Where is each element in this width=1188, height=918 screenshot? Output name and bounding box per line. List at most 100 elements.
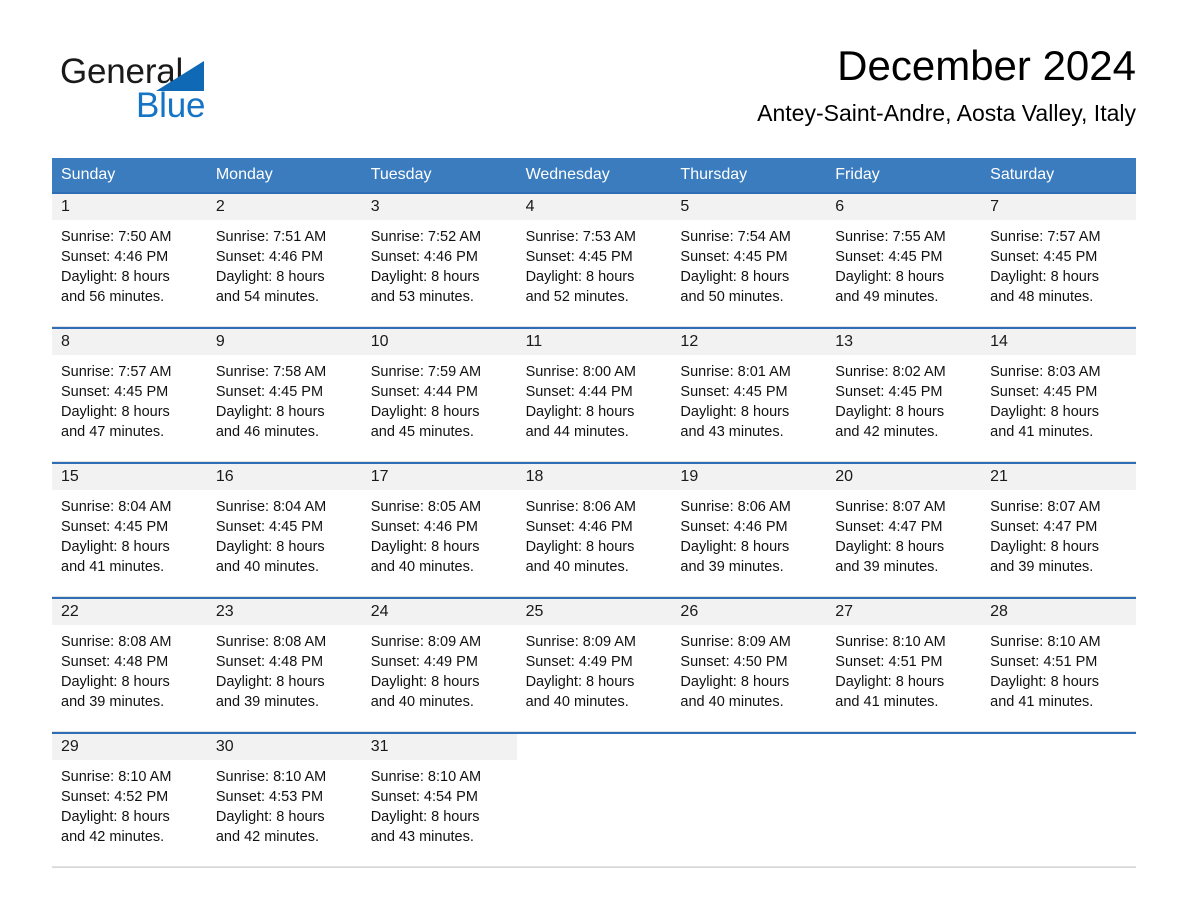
calendar-day-cell[interactable]: 24 Sunrise: 8:09 AM Sunset: 4:49 PM Dayligh… (361, 599, 517, 732)
calendar-day-cell[interactable]: 22 Sunrise: 8:08 AM Sunset: 4:48 PM Dayligh… (52, 599, 207, 732)
calendar-day-cell[interactable]: 18 Sunrise: 8:06 AM Sunset: 4:46 PM Dayligh… (516, 464, 672, 597)
calendar-day-cell[interactable]: 4 Sunrise: 7:53 AM Sunset: 4:45 PM Daylight… (516, 194, 672, 327)
sunrise-text: Sunrise: 7:57 AM (990, 229, 1101, 245)
calendar-day-cell[interactable]: 30 Sunrise: 8:10 AM Sunset: 4:53 PM Dayligh… (206, 734, 362, 867)
day-details: Sunrise: 7:50 AM Sunset: 4:46 PM Daylight:… (52, 220, 207, 307)
weekday-header-row: Sunday Monday Tuesday Wednesday Thursday Frid… (52, 158, 1136, 192)
calendar-day-cell[interactable]: 12 Sunrise: 8:01 AM Sunset: 4:45 PM Dayligh… (671, 329, 827, 462)
sunset-text: Sunset: 4:45 PM (680, 384, 788, 400)
sunrise-text: Sunrise: 8:09 AM (370, 634, 482, 650)
day-details: Sunrise: 8:10 AM Sunset: 4:54 PM Daylight:… (362, 760, 517, 847)
day-details: Sunrise: 8:01 AM Sunset: 4:45 PM Daylight:… (671, 355, 826, 442)
daylight-text-line2: and 47 minutes. (61, 424, 165, 440)
day-details: Sunrise: 8:09 AM Sunset: 4:50 PM Daylight:… (671, 625, 826, 712)
day-number-band: 22 (52, 599, 207, 625)
sunrise-text: Sunrise: 7:50 AM (61, 229, 172, 245)
calendar-day-cell[interactable]: 9 Sunrise: 7:58 AM Sunset: 4:45 PM Daylight… (206, 329, 362, 462)
sunset-text: Sunset: 4:46 PM (370, 519, 478, 535)
calendar-page: General Blue December 2024 Antey-Saint-A… (0, 0, 1188, 918)
calendar-day-cell[interactable]: 13 Sunrise: 8:02 AM Sunset: 4:45 PM Dayligh… (826, 329, 982, 462)
day-details: Sunrise: 8:00 AM Sunset: 4:44 PM Daylight:… (517, 355, 672, 442)
calendar-day-cell[interactable]: 2 Sunrise: 7:51 AM Sunset: 4:46 PM Daylight… (206, 194, 362, 327)
calendar-day-cell[interactable]: 14 Sunrise: 8:03 AM Sunset: 4:45 PM Dayligh… (981, 329, 1136, 462)
day-number: 15 (61, 468, 79, 485)
calendar-weeks: 1 Sunrise: 7:50 AM Sunset: 4:46 PM Daylight… (52, 192, 1136, 868)
calendar-day-cell-empty (981, 734, 1136, 867)
day-number-band: 31 (361, 734, 517, 760)
calendar-week-row: 8 Sunrise: 7:57 AM Sunset: 4:45 PM Daylight… (52, 327, 1136, 462)
day-number-band: 12 (671, 329, 827, 355)
day-number: 3 (370, 198, 380, 215)
day-number: 1 (61, 198, 70, 215)
sunrise-text: Sunrise: 8:10 AM (215, 769, 327, 785)
day-number: 2 (215, 198, 225, 215)
day-number: 27 (835, 603, 854, 620)
day-number-band: 19 (671, 464, 827, 490)
day-details: Sunrise: 8:10 AM Sunset: 4:53 PM Daylight:… (207, 760, 362, 847)
day-number: 16 (215, 468, 234, 485)
day-number: 17 (370, 468, 389, 485)
daylight-text-line2: and 39 minutes. (680, 559, 784, 575)
day-number: 22 (61, 603, 79, 620)
calendar-day-cell[interactable]: 16 Sunrise: 8:04 AM Sunset: 4:45 PM Dayligh… (206, 464, 362, 597)
sunset-text: Sunset: 4:45 PM (680, 249, 788, 265)
day-number: 8 (61, 333, 70, 350)
daylight-text-line1: Daylight: 8 hours (215, 404, 325, 420)
calendar-day-cell[interactable]: 20 Sunrise: 8:07 AM Sunset: 4:47 PM Dayligh… (826, 464, 982, 597)
sunrise-text: Sunrise: 8:07 AM (990, 499, 1101, 515)
calendar-day-cell[interactable]: 17 Sunrise: 8:05 AM Sunset: 4:46 PM Dayligh… (361, 464, 517, 597)
daylight-text-line2: and 40 minutes. (525, 559, 629, 575)
sunset-text: Sunset: 4:46 PM (370, 249, 478, 265)
calendar-day-cell[interactable]: 6 Sunrise: 7:55 AM Sunset: 4:45 PM Daylight… (826, 194, 982, 327)
day-details: Sunrise: 8:06 AM Sunset: 4:46 PM Daylight:… (517, 490, 672, 577)
sunrise-text: Sunrise: 8:03 AM (990, 364, 1101, 380)
daylight-text-line1: Daylight: 8 hours (525, 539, 635, 555)
sunset-text: Sunset: 4:45 PM (215, 384, 324, 400)
weekday-header-thursday: Thursday (680, 166, 748, 183)
location-subtitle: Antey-Saint-Andre, Aosta Valley, Italy (757, 100, 1136, 126)
calendar-day-cell[interactable]: 28 Sunrise: 8:10 AM Sunset: 4:51 PM Dayligh… (981, 599, 1136, 732)
calendar-day-cell[interactable]: 27 Sunrise: 8:10 AM Sunset: 4:51 PM Dayligh… (826, 599, 982, 732)
calendar-day-cell[interactable]: 11 Sunrise: 8:00 AM Sunset: 4:44 PM Dayligh… (516, 329, 672, 462)
calendar-day-cell[interactable]: 5 Sunrise: 7:54 AM Sunset: 4:45 PM Daylight… (671, 194, 827, 327)
day-number: 11 (525, 333, 543, 350)
sunset-text: Sunset: 4:45 PM (990, 249, 1098, 265)
sunrise-text: Sunrise: 8:10 AM (61, 769, 172, 785)
day-number-band: 3 (361, 194, 517, 220)
calendar-day-cell[interactable]: 8 Sunrise: 7:57 AM Sunset: 4:45 PM Daylight… (52, 329, 207, 462)
daylight-text-line1: Daylight: 8 hours (370, 809, 480, 825)
sunrise-text: Sunrise: 8:09 AM (680, 634, 791, 650)
calendar-day-cell[interactable]: 7 Sunrise: 7:57 AM Sunset: 4:45 PM Daylight… (981, 194, 1136, 327)
sunset-text: Sunset: 4:46 PM (525, 519, 633, 535)
weekday-header-wednesday: Wednesday (525, 166, 610, 183)
day-number-band: 2 (206, 194, 362, 220)
calendar-day-cell[interactable]: 1 Sunrise: 7:50 AM Sunset: 4:46 PM Daylight… (52, 194, 207, 327)
general-blue-logo[interactable]: General Blue (60, 52, 280, 132)
calendar-day-cell[interactable]: 3 Sunrise: 7:52 AM Sunset: 4:46 PM Daylight… (361, 194, 517, 327)
daylight-text-line2: and 50 minutes. (680, 289, 784, 305)
day-number: 14 (990, 333, 1008, 350)
calendar-day-cell[interactable]: 25 Sunrise: 8:09 AM Sunset: 4:49 PM Dayligh… (516, 599, 672, 732)
day-number: 9 (215, 333, 225, 350)
daylight-text-line2: and 52 minutes. (525, 289, 629, 305)
calendar-day-cell[interactable]: 19 Sunrise: 8:06 AM Sunset: 4:46 PM Dayligh… (671, 464, 827, 597)
calendar-day-cell[interactable]: 23 Sunrise: 8:08 AM Sunset: 4:48 PM Dayligh… (206, 599, 362, 732)
calendar-day-cell[interactable]: 10 Sunrise: 7:59 AM Sunset: 4:44 PM Dayligh… (361, 329, 517, 462)
daylight-text-line1: Daylight: 8 hours (990, 404, 1099, 420)
daylight-text-line2: and 43 minutes. (680, 424, 784, 440)
calendar-day-cell[interactable]: 31 Sunrise: 8:10 AM Sunset: 4:54 PM Dayligh… (361, 734, 517, 867)
daylight-text-line1: Daylight: 8 hours (215, 269, 325, 285)
day-number: 7 (990, 198, 1000, 215)
daylight-text-line1: Daylight: 8 hours (990, 674, 1099, 690)
calendar-day-cell[interactable]: 29 Sunrise: 8:10 AM Sunset: 4:52 PM Dayligh… (52, 734, 207, 867)
daylight-text-line1: Daylight: 8 hours (680, 674, 790, 690)
calendar-week-row: 15 Sunrise: 8:04 AM Sunset: 4:45 PM Dayligh… (52, 462, 1136, 597)
day-number: 23 (215, 603, 234, 620)
calendar-day-cell[interactable]: 15 Sunrise: 8:04 AM Sunset: 4:45 PM Dayligh… (52, 464, 207, 597)
calendar-day-cell[interactable]: 21 Sunrise: 8:07 AM Sunset: 4:47 PM Dayligh… (981, 464, 1136, 597)
day-details: Sunrise: 8:04 AM Sunset: 4:45 PM Daylight:… (52, 490, 207, 577)
sunrise-text: Sunrise: 7:52 AM (370, 229, 482, 245)
sunrise-text: Sunrise: 7:51 AM (215, 229, 327, 245)
calendar-day-cell[interactable]: 26 Sunrise: 8:09 AM Sunset: 4:50 PM Dayligh… (671, 599, 827, 732)
sunset-text: Sunset: 4:45 PM (990, 384, 1098, 400)
